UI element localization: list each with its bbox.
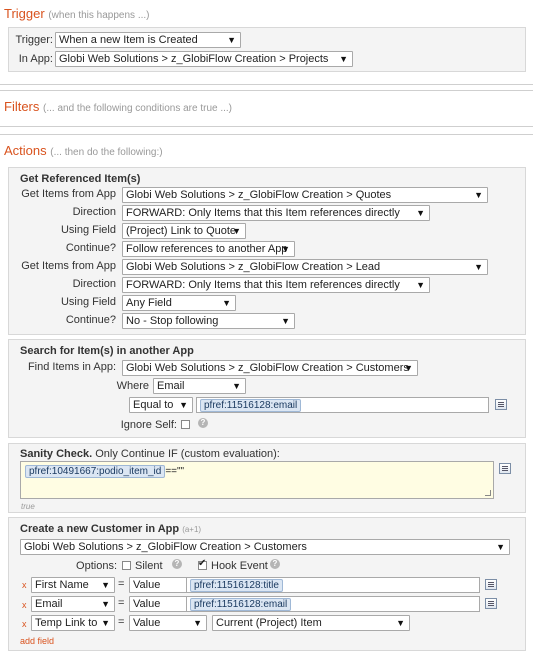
remove-field-icon[interactable]: x: [22, 600, 27, 610]
equals-sign: =: [118, 616, 125, 628]
direction-select-2[interactable]: FORWARD: Only Items that this Item refer…: [122, 277, 430, 293]
ref-app-select-2[interactable]: Globi Web Solutions > z_GlobiFlow Creati…: [122, 259, 488, 275]
evaluation-result: true: [21, 502, 35, 511]
divider: [0, 134, 533, 135]
divider: [0, 90, 533, 91]
ignore-self-label: Ignore Self:: [120, 419, 177, 431]
operator-select[interactable]: Equal to ▼: [129, 397, 193, 413]
chevron-down-icon: ▼: [101, 580, 110, 590]
divider: [0, 84, 533, 85]
silent-checkbox[interactable]: [122, 561, 131, 570]
chevron-down-icon: ▼: [416, 208, 425, 218]
chevron-down-icon: ▼: [281, 244, 290, 254]
chevron-down-icon: ▼: [193, 618, 202, 628]
continue-label: Continue?: [65, 242, 116, 254]
chevron-down-icon: ▼: [339, 54, 348, 64]
get-items-label: Get Items from App: [21, 188, 116, 200]
continue-select-1[interactable]: Follow references to another App ▼: [122, 241, 295, 257]
chevron-down-icon: ▼: [396, 618, 405, 628]
resize-handle-icon[interactable]: [485, 490, 491, 496]
sanity-heading: Sanity Check. Only Continue IF (custom e…: [20, 448, 280, 460]
trigger-label: Trigger:: [15, 34, 54, 46]
direction-select-1[interactable]: FORWARD: Only Items that this Item refer…: [122, 205, 430, 221]
hook-event-label: Hook Event: [211, 560, 268, 572]
pfref-token: pfref:11516128:email: [190, 598, 292, 611]
trigger-panel: Trigger: When a new Item is Created ▼ In…: [8, 27, 526, 72]
sanity-panel: Sanity Check. Only Continue IF (custom e…: [8, 443, 526, 513]
field-value-select[interactable]: Current (Project) Item ▼: [212, 615, 410, 631]
where-label: Where: [116, 380, 149, 392]
trigger-app-select[interactable]: Globi Web Solutions > z_GlobiFlow Creati…: [55, 51, 353, 67]
trigger-select[interactable]: When a new Item is Created ▼: [55, 32, 241, 48]
using-field-select-2[interactable]: Any Field ▼: [122, 295, 236, 311]
using-field-select-1[interactable]: (Project) Link to Quote ▼: [122, 223, 246, 239]
chevron-down-icon: ▼: [101, 618, 110, 628]
ref-app-select-1[interactable]: Globi Web Solutions > z_GlobiFlow Creati…: [122, 187, 488, 203]
pfref-token: pfref:11516128:email: [200, 399, 302, 412]
field-value-input[interactable]: pfref:11516128:title: [186, 577, 480, 593]
chevron-down-icon: ▼: [222, 298, 231, 308]
equals-sign: =: [118, 597, 125, 609]
sanity-expression-textarea[interactable]: pfref:10491667:podio_item_id =="": [20, 461, 494, 499]
get-referenced-heading: Get Referenced Item(s): [20, 173, 141, 185]
filters-section-title: Filters (... and the following condition…: [4, 99, 233, 114]
search-value-input[interactable]: pfref:11516128:email: [196, 397, 489, 413]
value-type-select[interactable]: Value ▼: [129, 615, 207, 631]
silent-label: Silent: [135, 560, 163, 572]
field-picker-icon[interactable]: [485, 579, 497, 590]
continue-label: Continue?: [65, 314, 116, 326]
field-picker-icon[interactable]: [485, 598, 497, 609]
equals-sign: =: [118, 578, 125, 590]
remove-field-icon[interactable]: x: [22, 619, 27, 629]
chevron-down-icon: ▼: [179, 400, 188, 410]
in-app-label: In App:: [18, 53, 53, 65]
chevron-down-icon: ▼: [227, 35, 236, 45]
hook-event-checkbox[interactable]: [198, 558, 207, 570]
chevron-down-icon: ▼: [232, 381, 241, 391]
create-heading: Create a new Customer in App (a+1): [20, 523, 202, 535]
find-items-label: Find Items in App:: [27, 361, 116, 373]
field-select[interactable]: First Name ▼: [31, 577, 115, 593]
using-field-label: Using Field: [60, 296, 116, 308]
options-label: Options:: [76, 560, 117, 572]
get-referenced-panel: Get Referenced Item(s) Get Items from Ap…: [8, 167, 526, 335]
trigger-section-title: Trigger (when this happens ...): [4, 6, 150, 21]
using-field-label: Using Field: [60, 224, 116, 236]
field-picker-icon[interactable]: [499, 463, 511, 474]
chevron-down-icon: ▼: [496, 542, 505, 552]
create-panel: Create a new Customer in App (a+1) Globi…: [8, 517, 526, 651]
pfref-token: pfref:11516128:title: [190, 579, 283, 592]
get-items-label: Get Items from App: [21, 260, 116, 272]
search-panel: Search for Item(s) in another App Find I…: [8, 339, 526, 438]
chevron-down-icon: ▼: [416, 280, 425, 290]
direction-label: Direction: [72, 206, 116, 218]
chevron-down-icon: ▼: [404, 363, 413, 373]
pfref-token: pfref:10491667:podio_item_id: [25, 465, 166, 478]
chevron-down-icon: ▼: [101, 599, 110, 609]
field-select[interactable]: Temp Link to ▼: [31, 615, 115, 631]
help-icon[interactable]: ?: [270, 559, 280, 569]
where-field-select[interactable]: Email ▼: [153, 378, 246, 394]
create-app-select[interactable]: Globi Web Solutions > z_GlobiFlow Creati…: [20, 539, 510, 555]
continue-select-2[interactable]: No - Stop following ▼: [122, 313, 295, 329]
actions-section-title: Actions (... then do the following:): [4, 143, 163, 158]
find-app-select[interactable]: Globi Web Solutions > z_GlobiFlow Creati…: [122, 360, 418, 376]
chevron-down-icon: ▼: [474, 262, 483, 272]
help-icon[interactable]: ?: [172, 559, 182, 569]
ignore-self-checkbox[interactable]: [181, 420, 190, 429]
add-field-link[interactable]: add field: [20, 636, 54, 646]
remove-field-icon[interactable]: x: [22, 580, 27, 590]
chevron-down-icon: ▼: [474, 190, 483, 200]
direction-label: Direction: [72, 278, 116, 290]
chevron-down-icon: ▼: [232, 226, 241, 236]
field-select[interactable]: Email ▼: [31, 596, 115, 612]
search-heading: Search for Item(s) in another App: [20, 345, 194, 357]
divider: [0, 126, 533, 127]
field-value-input[interactable]: pfref:11516128:email: [186, 596, 480, 612]
help-icon[interactable]: ?: [198, 418, 208, 428]
chevron-down-icon: ▼: [281, 316, 290, 326]
field-picker-icon[interactable]: [495, 399, 507, 410]
